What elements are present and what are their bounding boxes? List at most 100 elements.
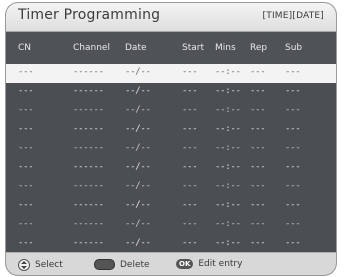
cell-sub: --- xyxy=(285,86,301,96)
cell-sub: --- xyxy=(285,181,301,191)
cell-mins: --:-- xyxy=(215,105,241,115)
cell-sub: --- xyxy=(285,219,301,229)
column-header-channel: Channel xyxy=(73,43,110,53)
cell-mins: --:-- xyxy=(215,162,241,172)
cell-mins: --:-- xyxy=(215,143,241,153)
cell-start: --- xyxy=(182,67,198,77)
cell-rep: --- xyxy=(250,124,266,134)
cell-rep: --- xyxy=(250,200,266,210)
time-date-mode-label: [TIME][DATE] xyxy=(262,11,324,21)
select-hint-label: Select xyxy=(35,260,63,270)
cell-cn: --- xyxy=(18,238,34,248)
cell-cn: --- xyxy=(18,219,34,229)
cell-date: --/-- xyxy=(125,143,151,153)
cell-rep: --- xyxy=(250,86,266,96)
up-down-arrows-icon xyxy=(18,259,30,271)
cell-channel: ------ xyxy=(73,200,104,210)
cell-sub: --- xyxy=(285,238,301,248)
cell-mins: --:-- xyxy=(215,67,241,77)
cell-cn: --- xyxy=(18,143,34,153)
cell-rep: --- xyxy=(250,105,266,115)
cell-rep: --- xyxy=(250,181,266,191)
timer-row[interactable]: --- ------ --/-- --- --:-- --- --- xyxy=(6,64,336,83)
cell-channel: ------ xyxy=(73,143,104,153)
cell-channel: ------ xyxy=(73,67,104,77)
timer-row[interactable]: --- ------ --/-- --- --:-- --- --- xyxy=(6,83,336,102)
cell-sub: --- xyxy=(285,124,301,134)
cell-sub: --- xyxy=(285,67,301,77)
cell-start: --- xyxy=(182,124,198,134)
cell-rep: --- xyxy=(250,162,266,172)
column-header-cn: CN xyxy=(18,43,32,53)
cell-sub: --- xyxy=(285,162,301,172)
timer-row[interactable]: --- ------ --/-- --- --:-- --- --- xyxy=(6,197,336,216)
cell-sub: --- xyxy=(285,200,301,210)
timer-row[interactable]: --- ------ --/-- --- --:-- --- --- xyxy=(6,216,336,235)
cell-mins: --:-- xyxy=(215,200,241,210)
cell-date: --/-- xyxy=(125,105,151,115)
button-hint-bar: Select Delete OK Edit entry xyxy=(6,252,336,275)
column-header-mins: Mins xyxy=(215,43,236,53)
ok-button-icon: OK xyxy=(176,259,194,269)
cell-cn: --- xyxy=(18,162,34,172)
cell-start: --- xyxy=(182,162,198,172)
cell-mins: --:-- xyxy=(215,86,241,96)
cell-channel: ------ xyxy=(73,219,104,229)
timer-row[interactable]: --- ------ --/-- --- --:-- --- --- xyxy=(6,159,336,178)
column-header-rep: Rep xyxy=(250,43,268,53)
timer-row[interactable]: --- ------ --/-- --- --:-- --- --- xyxy=(6,102,336,121)
cell-date: --/-- xyxy=(125,181,151,191)
cell-start: --- xyxy=(182,143,198,153)
cell-channel: ------ xyxy=(73,238,104,248)
cell-rep: --- xyxy=(250,143,266,153)
cell-mins: --:-- xyxy=(215,124,241,134)
edit-hint-label: Edit entry xyxy=(198,259,243,269)
table-header: CN Channel Date Start Mins Rep Sub xyxy=(6,32,336,64)
cell-start: --- xyxy=(182,86,198,96)
timer-programming-window: Timer Programming [TIME][DATE] CN Channel… xyxy=(6,3,336,275)
cell-start: --- xyxy=(182,181,198,191)
cell-cn: --- xyxy=(18,105,34,115)
page-title: Timer Programming xyxy=(18,7,161,23)
cell-mins: --:-- xyxy=(215,238,241,248)
timer-row[interactable]: --- ------ --/-- --- --:-- --- --- xyxy=(6,140,336,159)
cell-cn: --- xyxy=(18,200,34,210)
cell-start: --- xyxy=(182,105,198,115)
delete-hint-label: Delete xyxy=(120,259,150,270)
cell-sub: --- xyxy=(285,143,301,153)
cell-channel: ------ xyxy=(73,162,104,172)
cell-cn: --- xyxy=(18,67,34,77)
cell-mins: --:-- xyxy=(215,219,241,229)
cell-date: --/-- xyxy=(125,67,151,77)
cell-rep: --- xyxy=(250,219,266,229)
cell-date: --/-- xyxy=(125,86,151,96)
cell-channel: ------ xyxy=(73,124,104,134)
cell-start: --- xyxy=(182,219,198,229)
column-header-start: Start xyxy=(182,43,204,53)
column-header-date: Date xyxy=(125,43,147,53)
cell-rep: --- xyxy=(250,238,266,248)
cell-rep: --- xyxy=(250,67,266,77)
timer-row[interactable]: --- ------ --/-- --- --:-- --- --- xyxy=(6,121,336,140)
cell-cn: --- xyxy=(18,124,34,134)
cell-start: --- xyxy=(182,200,198,210)
cell-cn: --- xyxy=(18,86,34,96)
cell-mins: --:-- xyxy=(215,181,241,191)
title-bar: Timer Programming [TIME][DATE] xyxy=(6,3,336,32)
timer-row[interactable]: --- ------ --/-- --- --:-- --- --- xyxy=(6,178,336,197)
cell-date: --/-- xyxy=(125,162,151,172)
cell-channel: ------ xyxy=(73,181,104,191)
column-header-sub: Sub xyxy=(285,43,303,53)
blue-button-icon xyxy=(94,259,115,270)
cell-channel: ------ xyxy=(73,105,104,115)
cell-date: --/-- xyxy=(125,124,151,134)
select-hint: Select xyxy=(18,259,63,271)
cell-date: --/-- xyxy=(125,219,151,229)
edit-hint: OK Edit entry xyxy=(176,259,242,269)
delete-hint: Delete xyxy=(94,259,150,270)
cell-date: --/-- xyxy=(125,238,151,248)
cell-cn: --- xyxy=(18,181,34,191)
cell-start: --- xyxy=(182,238,198,248)
cell-channel: ------ xyxy=(73,86,104,96)
cell-date: --/-- xyxy=(125,200,151,210)
